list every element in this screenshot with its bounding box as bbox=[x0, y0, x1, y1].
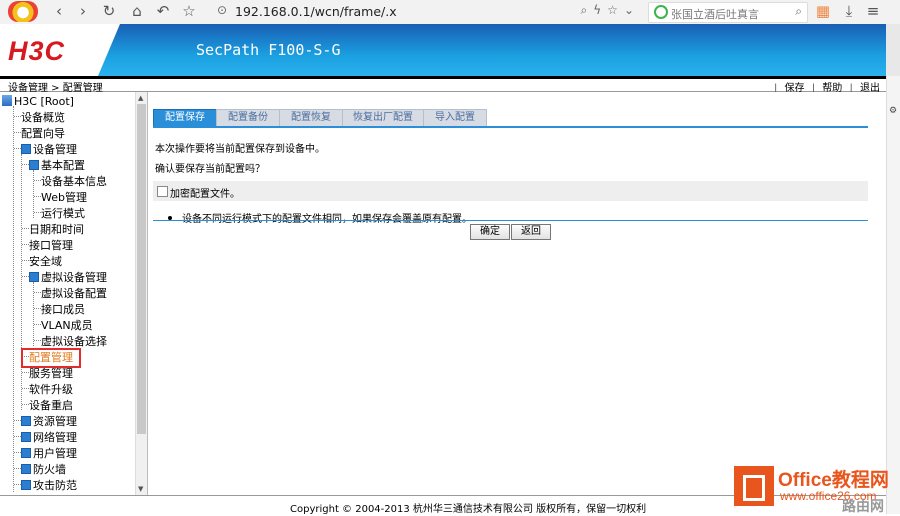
sidebar-item[interactable]: 设备重启 bbox=[22, 399, 73, 413]
sidebar-item[interactable]: 虚拟设备选择 bbox=[34, 335, 107, 349]
star-icon[interactable]: ☆ bbox=[180, 3, 198, 20]
app-header: H3C SecPath F100-S-G bbox=[0, 24, 900, 76]
brand-logo: H3C bbox=[8, 36, 66, 66]
folder-icon bbox=[21, 480, 31, 490]
browser-logo-icon bbox=[8, 1, 38, 22]
folder-icon bbox=[21, 464, 31, 474]
tab-backup-config[interactable]: 配置备份 bbox=[216, 109, 280, 126]
watermark-title: Office教程网 bbox=[778, 470, 889, 491]
folder-icon bbox=[21, 416, 31, 426]
sidebar-item[interactable]: 安全域 bbox=[22, 255, 62, 269]
forward-icon[interactable]: › bbox=[74, 3, 92, 20]
sidebar-item[interactable]: 网络管理 bbox=[14, 431, 77, 445]
sidebar-item[interactable]: 攻击防范 bbox=[14, 479, 77, 493]
encrypt-checkbox[interactable] bbox=[157, 186, 168, 197]
sidebar-item[interactable]: 资源管理 bbox=[14, 415, 77, 429]
scroll-down-icon[interactable]: ▼ bbox=[138, 485, 143, 493]
search-placeholder: 张国立酒后吐真言 bbox=[671, 8, 759, 21]
tab-save-config[interactable]: 配置保存 bbox=[153, 109, 217, 126]
folder-icon bbox=[21, 432, 31, 442]
back-button[interactable]: 返回 bbox=[511, 224, 551, 240]
folder-icon bbox=[21, 448, 31, 458]
sidebar-scrollbar[interactable]: ▲ ▼ bbox=[135, 92, 147, 495]
breadcrumb-row: 设备管理 > 配置管理 | 保存 | 帮助 | 退出 bbox=[0, 79, 886, 94]
info-message: 本次操作要将当前配置保存到设备中。 bbox=[155, 144, 325, 155]
tab-underline bbox=[153, 126, 868, 128]
security-icon: ⊙ bbox=[217, 3, 228, 17]
product-name: SecPath F100-S-G bbox=[196, 41, 341, 59]
sidebar-tree: H3C [Root] 设备概览 配置向导 设备管理 基本配置 设备基本信息 We… bbox=[0, 92, 148, 495]
address-text: 192.168.0.1/wcn/frame/.x bbox=[235, 4, 397, 19]
encrypt-row: 加密配置文件。 bbox=[153, 181, 868, 201]
address-actions-icon[interactable]: ⌕ϟ☆⌄ bbox=[581, 3, 640, 18]
edge-icon: ⚙ bbox=[889, 106, 898, 116]
sidebar-item[interactable]: VLAN成员 bbox=[34, 319, 93, 333]
device-icon bbox=[2, 94, 12, 106]
confirm-button[interactable]: 确定 bbox=[470, 224, 510, 240]
sidebar-item[interactable]: 防火墙 bbox=[14, 463, 66, 477]
confirm-question: 确认要保存当前配置吗？ bbox=[155, 164, 265, 175]
menu-icon[interactable]: ≡ bbox=[864, 3, 882, 20]
sidebar-item[interactable]: 虚拟设备管理 bbox=[22, 271, 107, 285]
scroll-up-icon[interactable]: ▲ bbox=[138, 94, 143, 102]
sidebar-item[interactable]: 设备管理 bbox=[14, 143, 77, 157]
folder-icon bbox=[29, 160, 39, 170]
download-icon[interactable]: ⤓ bbox=[840, 3, 858, 20]
search-icon[interactable]: ⌕ bbox=[795, 4, 802, 19]
back-icon[interactable]: ‹ bbox=[50, 3, 68, 20]
divider bbox=[153, 220, 868, 221]
sidebar-item[interactable]: 软件升级 bbox=[22, 383, 73, 397]
nav-bar: 设备管理 > 配置管理 | 保存 | 帮助 | 退出 bbox=[0, 76, 900, 94]
address-bar[interactable]: ⊙ 192.168.0.1/wcn/frame/.x ⌕ϟ☆⌄ bbox=[211, 2, 646, 21]
highlight-box bbox=[21, 348, 81, 368]
office-logo-icon bbox=[734, 466, 774, 506]
encrypt-label: 加密配置文件。 bbox=[170, 189, 240, 200]
sidebar-item[interactable]: 用户管理 bbox=[14, 447, 77, 461]
header-edge bbox=[886, 24, 900, 76]
tab-restore-config[interactable]: 配置恢复 bbox=[279, 109, 343, 126]
sidebar-item[interactable]: 接口管理 bbox=[22, 239, 73, 253]
tree-root[interactable]: H3C [Root] bbox=[2, 94, 74, 109]
sidebar-item[interactable]: 设备概览 bbox=[14, 111, 65, 125]
watermark-suffix: 路由网 bbox=[842, 499, 884, 515]
search-engine-icon bbox=[654, 5, 668, 19]
sidebar-item[interactable]: 配置向导 bbox=[14, 127, 65, 141]
sidebar-item[interactable]: 日期和时间 bbox=[22, 223, 84, 237]
tab-factory-reset[interactable]: 恢复出厂配置 bbox=[342, 109, 424, 126]
browser-toolbar: ‹ › ↻ ⌂ ↶ ☆ ⊙ 192.168.0.1/wcn/frame/.x ⌕… bbox=[0, 0, 900, 25]
folder-icon bbox=[21, 144, 31, 154]
right-edge-strip: ⚙ bbox=[886, 76, 900, 514]
sidebar-item[interactable]: 设备基本信息 bbox=[34, 175, 107, 189]
reload-icon[interactable]: ↻ bbox=[100, 3, 118, 20]
sidebar-item[interactable]: 虚拟设备配置 bbox=[34, 287, 107, 301]
undo-icon[interactable]: ↶ bbox=[154, 3, 172, 20]
main-panel: 配置保存 配置备份 配置恢复 恢复出厂配置 导入配置 本次操作要将当前配置保存到… bbox=[150, 92, 886, 495]
copyright-text: Copyright © 2004-2013 杭州华三通信技术有限公司 版权所有，… bbox=[290, 504, 647, 515]
sidebar-item[interactable]: 接口成员 bbox=[34, 303, 85, 317]
folder-icon bbox=[29, 272, 39, 282]
sidebar-item[interactable]: 运行模式 bbox=[34, 207, 85, 221]
search-box[interactable]: 张国立酒后吐真言 ⌕ bbox=[648, 2, 808, 23]
sidebar-item[interactable]: 基本配置 bbox=[22, 159, 85, 173]
sidebar-item[interactable]: Web管理 bbox=[34, 191, 87, 205]
sidebar-item[interactable]: 服务管理 bbox=[22, 367, 73, 381]
apps-icon[interactable]: ▦ bbox=[814, 3, 832, 20]
home-icon[interactable]: ⌂ bbox=[128, 3, 146, 20]
scroll-thumb[interactable] bbox=[137, 104, 146, 434]
tab-import-config[interactable]: 导入配置 bbox=[423, 109, 487, 126]
note-item: 设备不同运行模式下的配置文件相同，如果保存会覆盖原有配置。 bbox=[168, 210, 472, 225]
watermark: Office教程网 www.office26.com 路由网 bbox=[734, 462, 900, 515]
